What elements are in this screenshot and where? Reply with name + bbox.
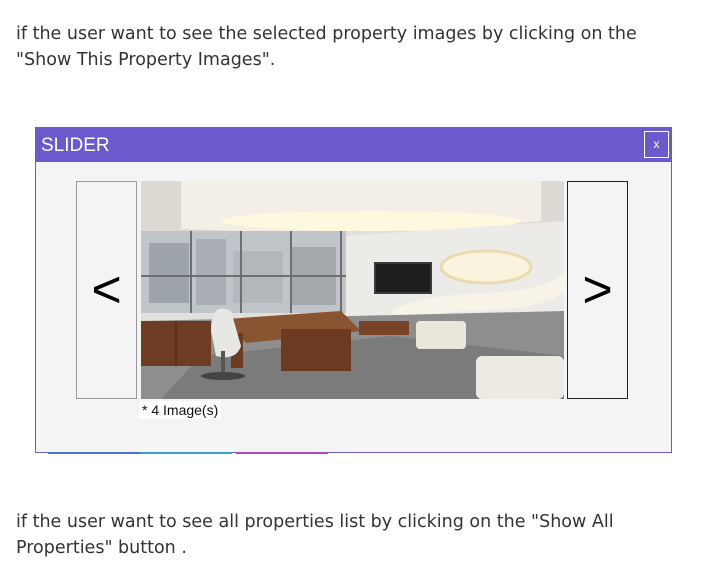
intro-paragraph: if the user want to see the selected pro…: [16, 24, 637, 70]
previous-button[interactable]: <: [76, 181, 137, 399]
chevron-left-icon: <: [91, 261, 122, 319]
next-button[interactable]: >: [567, 181, 628, 399]
underlying-tab-line: [236, 452, 328, 454]
slider-modal: SLIDER x < > * 4 Image(s): [35, 127, 672, 453]
underlying-tab-line: [48, 452, 140, 454]
outro-paragraph: if the user want to see all properties l…: [16, 512, 614, 558]
image-count-caption: * 4 Image(s): [139, 401, 222, 419]
modal-title: SLIDER: [41, 135, 110, 156]
underlying-tab-line: [140, 452, 232, 454]
modal-header: SLIDER x: [36, 128, 671, 162]
chevron-right-icon: >: [582, 261, 613, 319]
close-button[interactable]: x: [644, 131, 669, 158]
property-image: [141, 181, 564, 399]
